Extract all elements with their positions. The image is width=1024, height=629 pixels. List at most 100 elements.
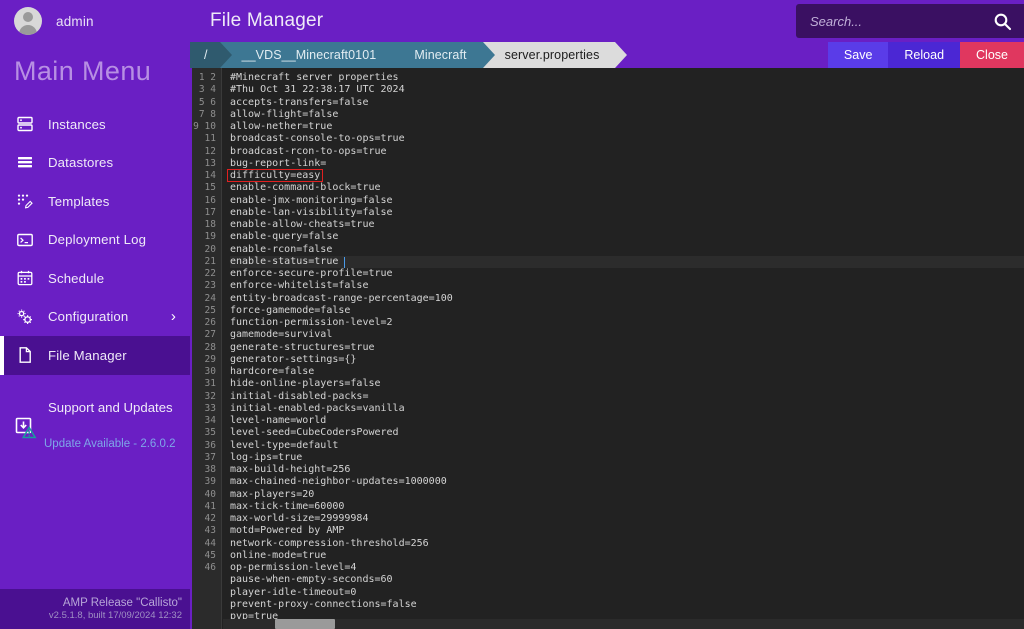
code-line[interactable]: max-world-size=29999984 xyxy=(230,513,1024,525)
support-title: Support and Updates xyxy=(0,389,190,415)
user-account-row[interactable]: admin xyxy=(0,0,190,42)
breadcrumb-tab-bar: / __VDS__Minecraft0101 Minecraft server.… xyxy=(190,42,1024,68)
editor-actions: Save Reload Close xyxy=(828,42,1024,68)
code-line[interactable]: prevent-proxy-connections=false xyxy=(230,599,1024,611)
code-line[interactable]: network-compression-threshold=256 xyxy=(230,538,1024,550)
code-line[interactable]: enable-status=true xyxy=(230,256,1024,268)
sidebar-item-label: Instances xyxy=(48,117,106,132)
code-line[interactable]: generator-settings={} xyxy=(230,354,1024,366)
code-line[interactable]: hardcore=false xyxy=(230,366,1024,378)
amp-release-label: AMP Release "Callisto" xyxy=(0,597,182,609)
page-title: File Manager xyxy=(190,10,323,32)
code-line[interactable]: log-ips=true xyxy=(230,452,1024,464)
top-bar: File Manager xyxy=(190,0,1024,42)
code-line[interactable]: allow-nether=true xyxy=(230,121,1024,133)
code-line[interactable]: enable-allow-cheats=true xyxy=(230,219,1024,231)
file-icon xyxy=(15,346,34,365)
main-menu-heading: Main Menu xyxy=(0,42,190,87)
sidebar-item-deployment-log[interactable]: Deployment Log xyxy=(0,221,190,260)
sidebar-item-file-manager[interactable]: File Manager xyxy=(0,336,190,375)
sidebar-item-label: Configuration xyxy=(48,309,128,324)
code-editor[interactable]: 1 2 3 4 5 6 7 8 9 10 11 12 13 14 15 16 1… xyxy=(190,68,1024,629)
code-line[interactable]: enable-lan-visibility=false xyxy=(230,207,1024,219)
code-line[interactable]: enforce-secure-profile=true xyxy=(230,268,1024,280)
code-line[interactable]: level-seed=CubeCodersPowered xyxy=(230,427,1024,439)
code-line[interactable]: max-players=20 xyxy=(230,489,1024,501)
line-number-gutter: 1 2 3 4 5 6 7 8 9 10 11 12 13 14 15 16 1… xyxy=(190,68,222,629)
code-line[interactable]: gamemode=survival xyxy=(230,329,1024,341)
sidebar-item-instances[interactable]: Instances xyxy=(0,105,190,144)
sidebar-item-datastores[interactable]: Datastores xyxy=(0,144,190,183)
editor-left-accent xyxy=(190,68,192,629)
sidebar-item-label: Schedule xyxy=(48,271,104,286)
breadcrumb-item-root[interactable]: / xyxy=(190,42,220,68)
amp-build-label: v2.5.1.8, built 17/09/2024 12:32 xyxy=(0,610,182,621)
code-line[interactable]: enable-rcon=false xyxy=(230,244,1024,256)
code-line[interactable]: initial-enabled-packs=vanilla xyxy=(230,403,1024,415)
code-line[interactable]: bug-report-link= xyxy=(230,158,1024,170)
code-line[interactable]: force-gamemode=false xyxy=(230,305,1024,317)
code-line[interactable]: level-type=default xyxy=(230,440,1024,452)
code-line[interactable]: op-permission-level=4 xyxy=(230,562,1024,574)
code-line[interactable]: max-build-height=256 xyxy=(230,464,1024,476)
code-line[interactable]: function-permission-level=2 xyxy=(230,317,1024,329)
code-content[interactable]: #Minecraft server properties#Thu Oct 31 … xyxy=(222,68,1024,629)
update-available-link[interactable]: Update Available - 2.6.0.2 xyxy=(44,438,176,450)
user-avatar-icon xyxy=(14,7,42,35)
code-line[interactable]: generate-structures=true xyxy=(230,342,1024,354)
code-line[interactable]: online-mode=true xyxy=(230,550,1024,562)
close-button[interactable]: Close xyxy=(960,42,1024,68)
breadcrumb-item-file[interactable]: server.properties xyxy=(483,42,616,68)
code-line[interactable]: hide-online-players=false xyxy=(230,378,1024,390)
code-line[interactable]: initial-disabled-packs= xyxy=(230,391,1024,403)
gears-icon xyxy=(15,307,34,326)
database-list-icon xyxy=(15,153,34,172)
code-line[interactable]: level-name=world xyxy=(230,415,1024,427)
support-and-updates-block[interactable]: Support and Updates Update Available - 2… xyxy=(0,389,190,463)
code-line[interactable]: enforce-whitelist=false xyxy=(230,280,1024,292)
code-line[interactable]: enable-query=false xyxy=(230,231,1024,243)
calendar-icon xyxy=(15,269,34,288)
reload-button[interactable]: Reload xyxy=(888,42,960,68)
code-line[interactable]: #Thu Oct 31 22:38:17 UTC 2024 xyxy=(230,84,1024,96)
sidebar-item-label: Datastores xyxy=(48,155,113,170)
code-line[interactable]: max-chained-neighbor-updates=1000000 xyxy=(230,476,1024,488)
search-input[interactable] xyxy=(810,14,993,29)
sidebar-item-schedule[interactable]: Schedule xyxy=(0,259,190,298)
code-line[interactable]: entity-broadcast-range-percentage=100 xyxy=(230,293,1024,305)
code-line[interactable]: broadcast-console-to-ops=true xyxy=(230,133,1024,145)
template-wand-icon xyxy=(15,192,34,211)
code-line[interactable]: allow-flight=false xyxy=(230,109,1024,121)
code-line[interactable]: player-idle-timeout=0 xyxy=(230,587,1024,599)
chevron-right-icon: › xyxy=(171,309,176,324)
code-line[interactable]: max-tick-time=60000 xyxy=(230,501,1024,513)
breadcrumb-item-folder[interactable]: Minecraft xyxy=(392,42,482,68)
app-root: admin Main Menu Instances xyxy=(0,0,1024,629)
highlighted-property: difficulty=easy xyxy=(228,170,322,181)
code-line[interactable]: enable-command-block=true xyxy=(230,182,1024,194)
code-line[interactable]: motd=Powered by AMP xyxy=(230,525,1024,537)
update-download-warning-icon xyxy=(14,416,40,442)
sidebar: admin Main Menu Instances xyxy=(0,0,190,629)
save-button[interactable]: Save xyxy=(828,42,889,68)
code-line[interactable]: difficulty=easy xyxy=(230,170,1024,182)
sidebar-item-label: File Manager xyxy=(48,348,127,363)
sidebar-item-configuration[interactable]: Configuration › xyxy=(0,298,190,337)
search-box[interactable] xyxy=(796,4,1024,38)
code-line[interactable]: pause-when-empty-seconds=60 xyxy=(230,574,1024,586)
sidebar-item-label: Templates xyxy=(48,194,109,209)
sidebar-footer: AMP Release "Callisto" v2.5.1.8, built 1… xyxy=(0,587,190,629)
sidebar-nav: Instances Datastores xyxy=(0,105,190,375)
code-line[interactable]: enable-jmx-monitoring=false xyxy=(230,195,1024,207)
code-line[interactable]: accepts-transfers=false xyxy=(230,97,1024,109)
breadcrumb-item-instance[interactable]: __VDS__Minecraft0101 xyxy=(220,42,393,68)
breadcrumb: / __VDS__Minecraft0101 Minecraft server.… xyxy=(190,42,615,68)
sidebar-item-label: Deployment Log xyxy=(48,232,146,247)
code-line[interactable]: #Minecraft server properties xyxy=(230,72,1024,84)
horizontal-scrollbar[interactable] xyxy=(223,619,1024,629)
sidebar-item-templates[interactable]: Templates xyxy=(0,182,190,221)
horizontal-scrollbar-thumb[interactable] xyxy=(275,619,335,629)
code-line[interactable]: broadcast-rcon-to-ops=true xyxy=(230,146,1024,158)
server-icon xyxy=(15,115,34,134)
search-icon[interactable] xyxy=(993,12,1012,31)
